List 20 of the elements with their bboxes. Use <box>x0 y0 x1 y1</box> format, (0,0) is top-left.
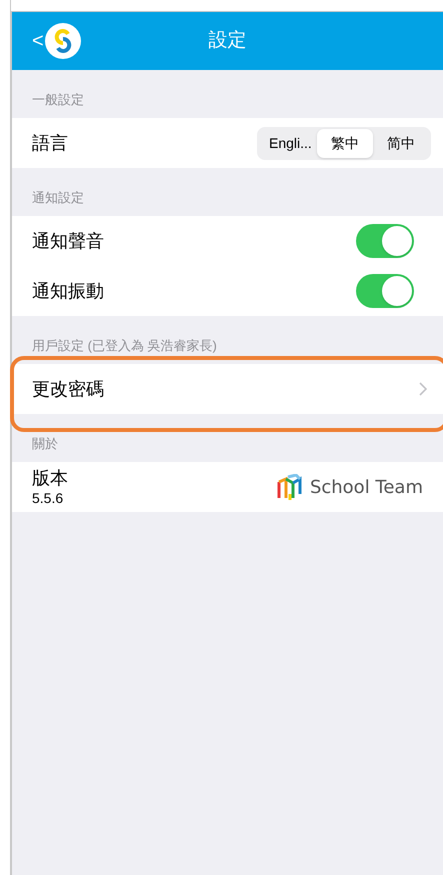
row-label: 通知聲音 <box>32 230 105 252</box>
brand-logo-text: School Team <box>310 476 423 500</box>
row-label: 通知振動 <box>32 280 105 302</box>
section-header: 用戶設定 (已登入為 吳浩睿家長) <box>32 338 217 353</box>
section-header: 一般設定 <box>32 92 84 107</box>
chevron-icon <box>419 382 427 396</box>
segment-option[interactable]: Engli... <box>259 128 317 158</box>
toggle-switch[interactable] <box>356 224 414 258</box>
section-header: 關於 <box>32 436 58 451</box>
row-label: 版本 <box>32 467 69 489</box>
segment-option[interactable]: 繁中 <box>317 128 373 158</box>
screen-title: 設定 <box>208 28 246 53</box>
change-password-row[interactable]: 更改密碼 <box>12 364 443 414</box>
row-label: 語言 <box>32 132 69 154</box>
app-logo-icon <box>44 23 81 59</box>
building-blocks-icon <box>276 474 304 500</box>
section-header: 通知設定 <box>32 190 84 205</box>
segment-option[interactable]: 简中 <box>373 128 429 158</box>
version-number: 5.5.6 <box>32 489 64 507</box>
toggle-switch[interactable] <box>356 274 414 308</box>
